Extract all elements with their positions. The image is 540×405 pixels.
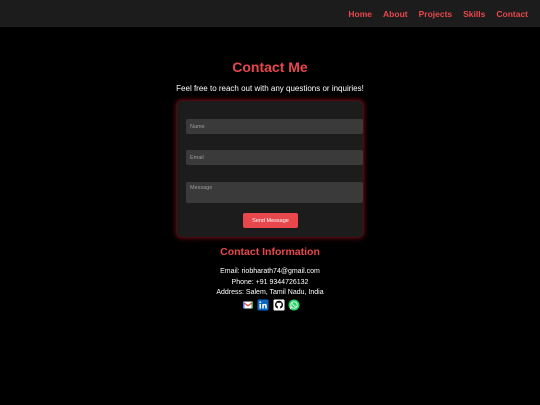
nav-link-projects[interactable]: Projects: [419, 9, 453, 19]
github-icon[interactable]: [273, 299, 285, 311]
navbar: Home About Projects Skills Contact: [0, 0, 540, 27]
contact-email: Email: riobharath74@gmail.com: [220, 268, 320, 275]
send-message-button[interactable]: Send Message: [243, 213, 298, 228]
message-input[interactable]: [186, 182, 363, 203]
linkedin-icon[interactable]: [257, 299, 269, 311]
page-subtitle: Feel free to reach out with any question…: [176, 84, 364, 93]
nav-link-contact[interactable]: Contact: [496, 9, 528, 19]
contact-form: Send Message: [176, 100, 364, 238]
contact-info-title: Contact Information: [220, 246, 320, 258]
nav-link-about[interactable]: About: [383, 9, 408, 19]
whatsapp-icon[interactable]: [288, 299, 300, 311]
nav-link-skills[interactable]: Skills: [463, 9, 485, 19]
contact-address: Address: Salem, Tamil Nadu, India: [216, 289, 324, 296]
social-links: [242, 298, 300, 312]
gmail-icon[interactable]: [242, 299, 254, 311]
nav-link-home[interactable]: Home: [348, 9, 372, 19]
page-title: Contact Me: [232, 59, 308, 75]
name-input[interactable]: [186, 119, 363, 134]
email-input[interactable]: [186, 150, 363, 165]
contact-phone: Phone: +91 9344726132: [231, 279, 309, 286]
